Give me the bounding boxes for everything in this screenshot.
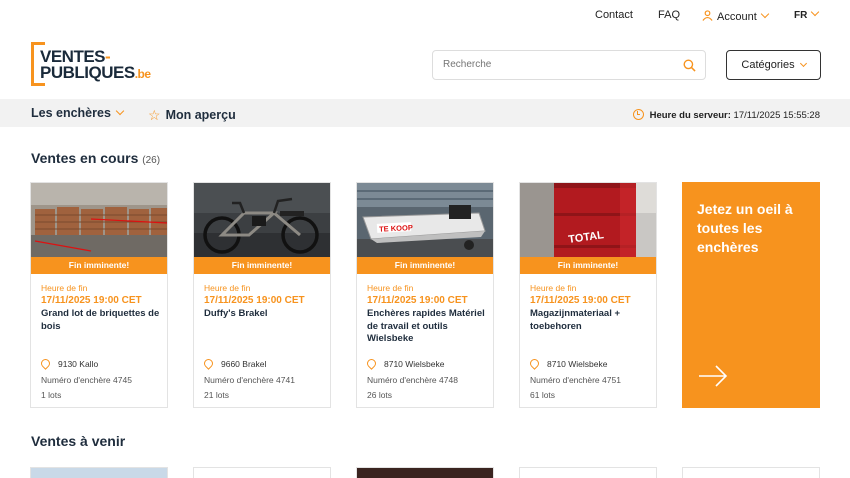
star-icon: ☆ <box>148 107 161 123</box>
upcoming-card[interactable] <box>519 467 657 478</box>
server-time-label: Heure du serveur: <box>649 110 731 121</box>
auction-image: TE KOOP <box>357 183 493 257</box>
auction-location: 9130 Kallo <box>39 357 99 370</box>
main-navbar: Les enchères ☆ Mon aperçu Heure du serveu… <box>0 99 850 127</box>
location-pin-icon <box>39 357 52 370</box>
auction-lots: 1 lots <box>41 390 62 400</box>
location-pin-icon <box>528 357 541 370</box>
auction-image: TOTAL <box>520 183 656 257</box>
chevron-down-icon <box>799 59 807 68</box>
auction-number: Numéro d'enchère 4748 <box>367 375 458 385</box>
end-time-label: Heure de fin <box>204 283 251 293</box>
auction-lots: 61 lots <box>530 390 556 400</box>
auction-title[interactable]: Duffy's Brakel <box>204 308 324 321</box>
section-current-label: Ventes en cours <box>31 150 139 166</box>
end-time-value: 17/11/2025 19:00 CET <box>204 295 305 306</box>
logo-tld: .be <box>134 67 151 81</box>
account-label: Account <box>717 11 757 23</box>
logo-line2: PUBLIQUES <box>40 63 135 82</box>
auction-card[interactable]: Fin imminente! Heure de fin 17/11/2025 1… <box>30 182 168 408</box>
language-label: FR <box>794 10 808 21</box>
section-current-count: (26) <box>142 155 161 166</box>
search-input[interactable] <box>443 59 663 70</box>
auction-location: 9660 Brakel <box>202 357 267 370</box>
auction-card[interactable]: Fin imminente! Heure de fin 17/11/2025 1… <box>193 182 331 408</box>
contact-link[interactable]: Contact <box>595 9 633 21</box>
promo-text: Jetez un oeil à toutes les enchères <box>697 201 793 255</box>
ending-soon-badge: Fin imminente! <box>520 257 656 274</box>
chevron-down-icon <box>115 106 125 116</box>
auction-card[interactable]: TE KOOP Fin imminente! Heure de fin 17/1… <box>356 182 494 408</box>
auction-lots: 26 lots <box>367 390 393 400</box>
auction-title[interactable]: Enchères rapides Matériel de travail et … <box>367 308 487 346</box>
clock-icon <box>632 109 644 120</box>
auction-location: 8710 Wielsbeke <box>528 357 608 370</box>
end-time-label: Heure de fin <box>41 283 88 293</box>
ending-soon-badge: Fin imminente! <box>31 257 167 274</box>
end-time-value: 17/11/2025 19:00 CET <box>41 295 142 306</box>
top-utility-bar: Contact FAQ Account FR <box>0 0 850 30</box>
ending-soon-badge: Fin imminente! <box>357 257 493 274</box>
end-time-value: 17/11/2025 19:00 CET <box>530 295 631 306</box>
end-time-value: 17/11/2025 19:00 CET <box>367 295 468 306</box>
section-current-title: Ventes en cours (26) <box>31 150 160 166</box>
user-icon <box>702 10 713 21</box>
auction-card[interactable]: TOTAL Fin imminente! Heure de fin 17/11/… <box>519 182 657 408</box>
ending-soon-badge: Fin imminente! <box>194 257 330 274</box>
server-time: Heure du serveur: 17/11/2025 15:55:28 <box>632 107 820 121</box>
arrow-right-icon <box>699 365 728 387</box>
chevron-down-icon <box>811 7 820 17</box>
section-upcoming-title: Ventes à venir <box>31 433 126 449</box>
image-sign-text: TE KOOP <box>379 223 413 234</box>
language-selector[interactable]: FR <box>794 7 820 21</box>
location-pin-icon <box>365 357 378 370</box>
auction-location-text: 9660 Brakel <box>221 359 267 369</box>
auction-location-text: 9130 Kallo <box>58 359 99 369</box>
auction-location-text: 8710 Wielsbeke <box>547 359 608 369</box>
auction-title[interactable]: Magazijnmateriaal + toebehoren <box>530 308 650 333</box>
auction-number: Numéro d'enchère 4741 <box>204 375 295 385</box>
account-menu[interactable]: Account <box>702 9 769 23</box>
auction-number: Numéro d'enchère 4751 <box>530 375 621 385</box>
upcoming-card[interactable] <box>30 467 168 478</box>
auction-number: Numéro d'enchère 4745 <box>41 375 132 385</box>
site-logo[interactable]: VENTES- PUBLIQUES.be <box>31 42 151 88</box>
location-pin-icon <box>202 357 215 370</box>
upcoming-card[interactable] <box>356 467 494 478</box>
chevron-down-icon <box>760 9 769 19</box>
nav-overview-label: Mon aperçu <box>165 108 236 122</box>
nav-auctions[interactable]: Les enchères <box>31 106 125 120</box>
end-time-label: Heure de fin <box>367 283 414 293</box>
nav-overview[interactable]: ☆ Mon aperçu <box>148 106 236 123</box>
categories-label: Catégories <box>741 59 795 71</box>
auction-title[interactable]: Grand lot de briquettes de bois <box>41 308 161 333</box>
search-box <box>432 50 706 80</box>
auction-lots: 21 lots <box>204 390 230 400</box>
faq-link[interactable]: FAQ <box>658 9 680 21</box>
upcoming-card[interactable] <box>193 467 331 478</box>
all-auctions-promo[interactable]: Jetez un oeil à toutes les enchères <box>682 182 820 408</box>
server-time-value: 17/11/2025 15:55:28 <box>733 110 820 121</box>
auction-image <box>31 183 167 257</box>
auction-location-text: 8710 Wielsbeke <box>384 359 445 369</box>
nav-auctions-label: Les enchères <box>31 106 111 120</box>
upcoming-card[interactable] <box>682 467 820 478</box>
auction-location: 8710 Wielsbeke <box>365 357 445 370</box>
auction-image <box>194 183 330 257</box>
end-time-label: Heure de fin <box>530 283 577 293</box>
search-icon[interactable] <box>683 59 696 72</box>
categories-button[interactable]: Catégories <box>726 50 821 80</box>
